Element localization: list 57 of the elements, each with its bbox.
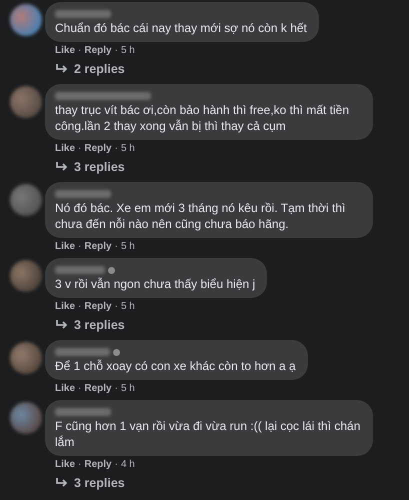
comment-text: F cũng hơn 1 vạn rồi vừa đi vừa run :(( lại cọc lái thì chán lắm xyxy=(55,418,361,450)
separator: · xyxy=(78,44,82,56)
view-replies-link[interactable]: 3 replies xyxy=(74,160,125,174)
separator: · xyxy=(78,240,82,252)
reply-arrow-icon xyxy=(55,162,69,172)
like-link[interactable]: Like xyxy=(55,458,76,470)
separator: · xyxy=(114,240,118,252)
reply-link[interactable]: Reply xyxy=(84,240,112,252)
timestamp: 5 h xyxy=(120,142,135,154)
separator: · xyxy=(114,382,118,394)
timestamp: 4 h xyxy=(120,458,135,470)
avatar[interactable] xyxy=(10,260,42,292)
timestamp: 5 h xyxy=(120,44,135,56)
reply-link[interactable]: Reply xyxy=(84,300,112,312)
separator: · xyxy=(78,458,82,470)
reply-arrow-icon xyxy=(55,478,69,488)
separator: · xyxy=(114,300,118,312)
separator: · xyxy=(114,142,118,154)
blurred-name xyxy=(55,10,111,18)
blurred-name xyxy=(55,266,105,274)
like-link[interactable]: Like xyxy=(55,382,76,394)
like-link[interactable]: Like xyxy=(55,142,76,154)
timestamp: 5 h xyxy=(120,382,135,394)
view-replies-link[interactable]: 3 replies xyxy=(74,476,125,490)
like-link[interactable]: Like xyxy=(55,240,76,252)
comment-text: Chuẩn đó bác cái nay thay mới sợ nó còn k hết xyxy=(55,20,307,36)
view-replies-link[interactable]: 3 replies xyxy=(74,318,125,332)
reply-link[interactable]: Reply xyxy=(84,458,112,470)
comment-text: Nó đó bác. Xe em mới 3 tháng nó kêu rồi. Tạm thời thì chưa đến nỗi nào nên cũng chưa báo hãng. xyxy=(55,200,346,232)
reply-link[interactable]: Reply xyxy=(84,142,112,154)
view-replies-link[interactable]: 2 replies xyxy=(74,62,125,76)
reply-link[interactable]: Reply xyxy=(84,382,112,394)
reply-arrow-icon xyxy=(55,320,69,330)
separator: · xyxy=(114,44,118,56)
reply-link[interactable]: Reply xyxy=(84,44,112,56)
comment-text: 3 v rồi vẫn ngon chưa thấy biểu hiện j xyxy=(55,276,256,292)
comment-text: Để 1 chỗ xoay có con xe khác còn to hơn a ạ xyxy=(55,358,296,374)
reply-arrow-icon xyxy=(55,64,69,74)
timestamp: 5 h xyxy=(120,300,135,312)
separator: · xyxy=(78,300,82,312)
badge-icon xyxy=(113,348,120,356)
separator: · xyxy=(78,142,82,154)
avatar[interactable] xyxy=(10,4,42,36)
blurred-name xyxy=(55,348,110,356)
separator: · xyxy=(114,458,118,470)
avatar[interactable] xyxy=(10,342,42,374)
like-link[interactable]: Like xyxy=(55,44,76,56)
badge-icon xyxy=(108,266,115,274)
avatar[interactable] xyxy=(10,184,42,216)
avatar[interactable] xyxy=(10,402,42,434)
like-link[interactable]: Like xyxy=(55,300,76,312)
timestamp: 5 h xyxy=(120,240,135,252)
blurred-name xyxy=(55,408,111,416)
comment-text: thay trục vít bác ơi,còn bảo hành thì free,ko thì mất tiền công.lần 2 thay xong vẫn bị thì thay cả cụm xyxy=(55,102,350,134)
separator: · xyxy=(78,382,82,394)
blurred-name xyxy=(55,190,111,198)
avatar[interactable] xyxy=(10,86,42,118)
